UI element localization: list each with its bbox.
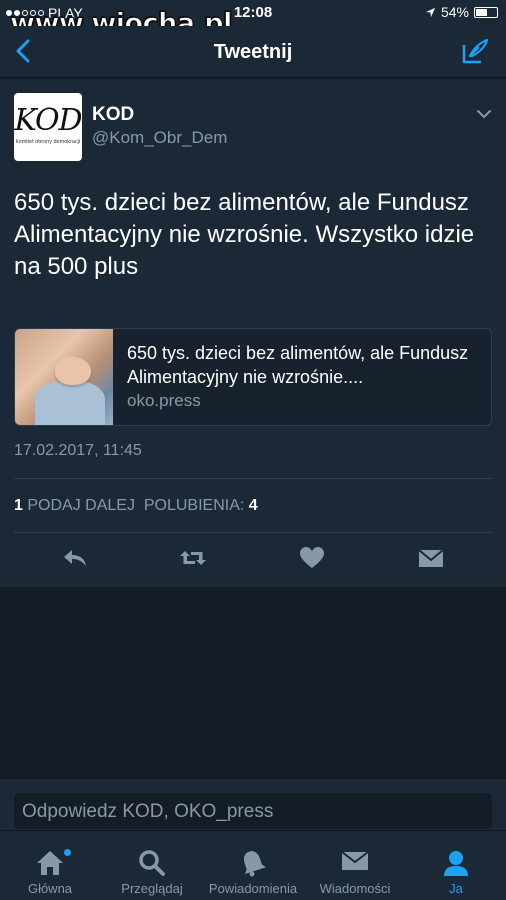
tab-bar: Główna Przeglądaj Powiadomienia Wiadomoś…	[0, 830, 506, 900]
reply-bar: Odpowiedz KOD, OKO_press	[0, 778, 506, 830]
tab-explore[interactable]: Przeglądaj	[102, 831, 202, 900]
likes-count: 4	[248, 497, 258, 514]
navigation-bar: Tweetnij	[0, 26, 506, 78]
direct-message-icon[interactable]	[416, 545, 446, 571]
tweet-stats[interactable]: 1 PODAJ DALEJ POLUBIENIA: 4	[14, 497, 258, 515]
author-name[interactable]: KOD	[92, 104, 134, 126]
link-card-thumbnail	[15, 329, 113, 425]
retweet-icon[interactable]	[178, 545, 208, 571]
battery-percent: 54%	[440, 4, 469, 20]
tab-messages[interactable]: Wiadomości	[305, 831, 405, 900]
battery-icon	[474, 6, 498, 18]
bell-icon	[244, 851, 266, 877]
compose-icon[interactable]	[460, 36, 490, 66]
tab-label: Powiadomienia	[208, 881, 298, 896]
avatar[interactable]: KOD komitet obrony demokracji	[14, 93, 82, 161]
tab-label: Ja	[449, 881, 463, 896]
tweet-text: 650 tys. dzieci bez alimentów, ale Fundu…	[14, 189, 475, 280]
location-arrow-icon	[425, 7, 436, 17]
divider	[14, 532, 492, 533]
reply-icon[interactable]	[60, 545, 90, 571]
likes-label: POLUBIENIA:	[143, 497, 245, 514]
status-right: 54%	[425, 4, 498, 20]
notification-dot	[64, 849, 71, 856]
link-card-domain: oko.press	[127, 391, 201, 410]
tab-notifications[interactable]: Powiadomienia	[203, 831, 303, 900]
tweet-detail: KOD komitet obrony demokracji KOD @Kom_O…	[0, 79, 506, 587]
envelope-icon	[341, 851, 369, 870]
home-icon	[37, 851, 63, 875]
avatar-logo: KOD	[14, 103, 82, 138]
reply-input[interactable]: Odpowiedz KOD, OKO_press	[14, 793, 492, 829]
author-handle[interactable]: @Kom_Obr_Dem	[92, 128, 227, 148]
retweet-count: 1	[14, 497, 23, 514]
tab-me[interactable]: Ja	[406, 831, 506, 900]
chevron-down-icon[interactable]	[476, 109, 492, 119]
search-icon	[139, 850, 165, 876]
tab-label: Przeglądaj	[121, 881, 183, 896]
link-card-title: 650 tys. dzieci bez alimentów, ale Fundu…	[127, 343, 469, 387]
retweet-label: PODAJ DALEJ	[27, 497, 135, 514]
tweet-timestamp: 17.02.2017, 11:45	[14, 442, 142, 459]
tab-label: Główna	[27, 881, 73, 896]
page-title: Tweetnij	[213, 41, 293, 63]
heart-icon[interactable]	[297, 545, 327, 571]
divider	[14, 478, 492, 479]
person-icon	[444, 851, 468, 876]
avatar-logo-subtitle: komitet obrony demokracji	[15, 139, 81, 145]
tab-home[interactable]: Główna	[0, 831, 100, 900]
tab-label: Wiadomości	[319, 881, 391, 896]
link-card[interactable]: 650 tys. dzieci bez alimentów, ale Fundu…	[14, 328, 492, 426]
